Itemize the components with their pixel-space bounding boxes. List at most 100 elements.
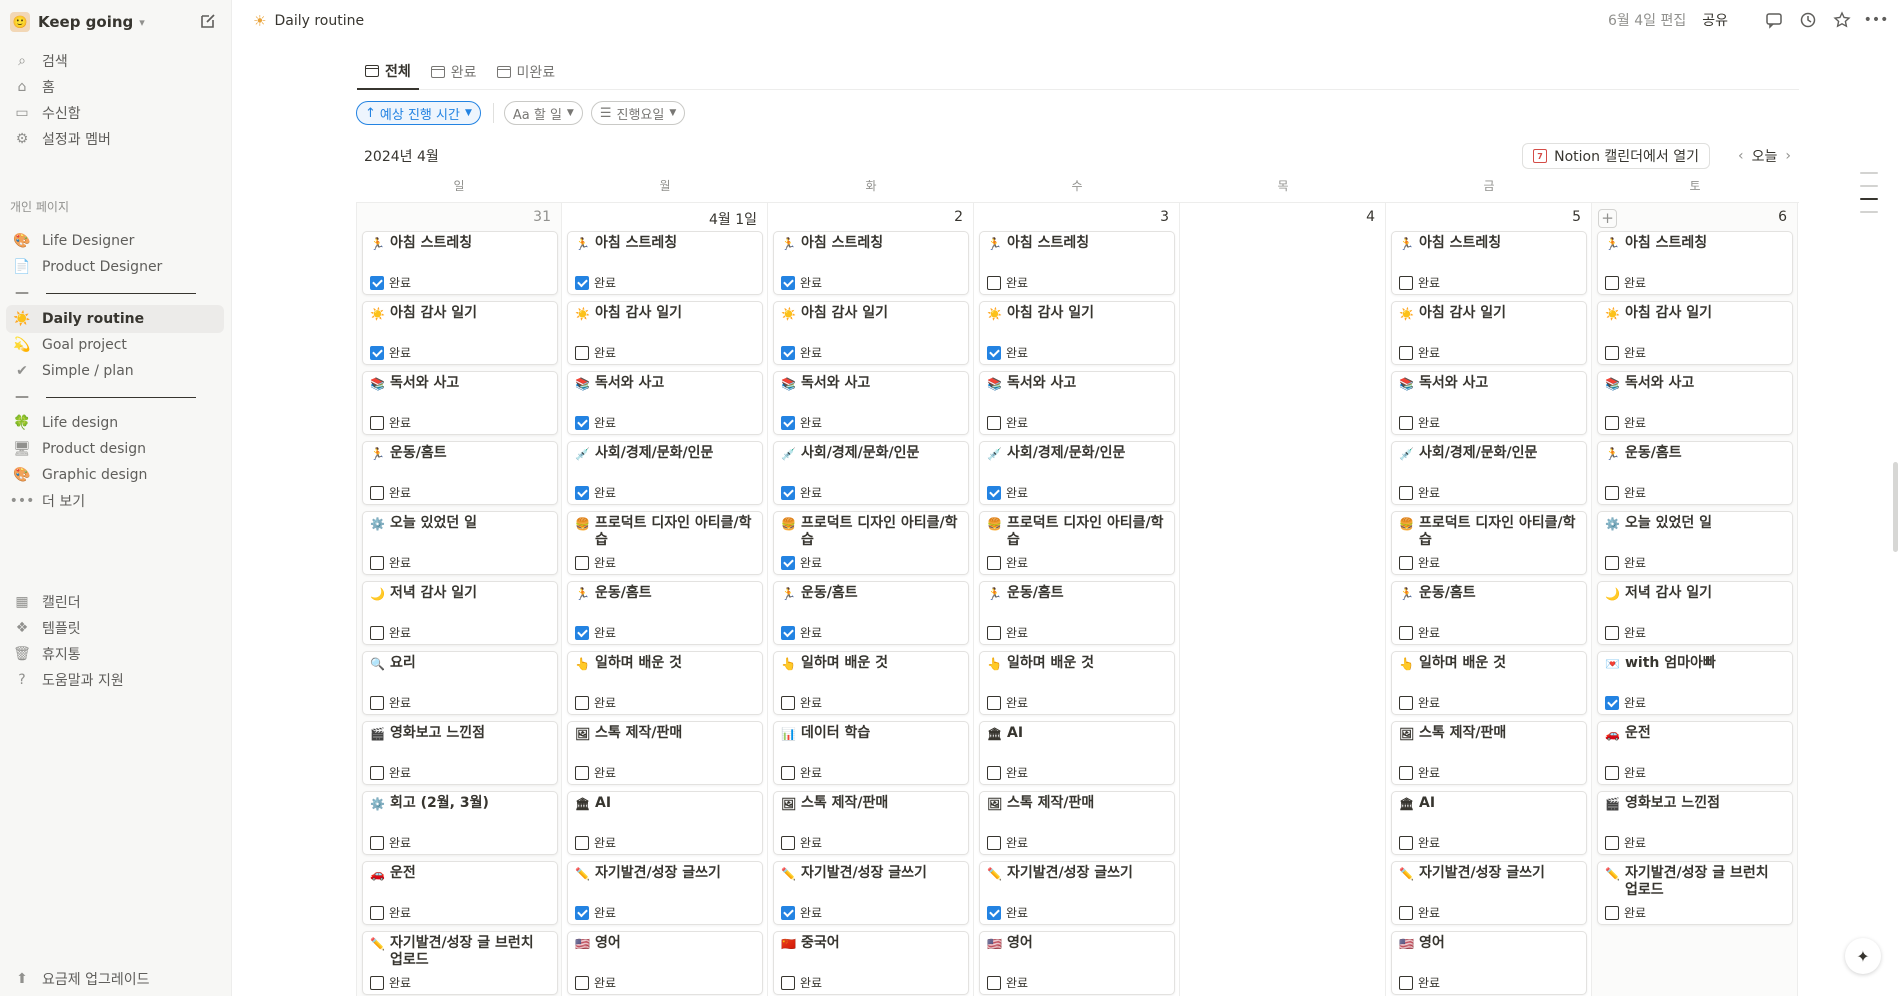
checkbox-icon[interactable]: [370, 835, 384, 850]
sidebar-page-goal-project[interactable]: 💫 Goal project: [6, 331, 224, 359]
task-done-checkbox[interactable]: 완료: [1605, 414, 1646, 431]
task-card[interactable]: 📊 데이터 학습 완료: [773, 721, 969, 785]
tab-1[interactable]: 완료: [423, 54, 485, 90]
tab-2[interactable]: 미완료: [489, 54, 564, 90]
task-done-checkbox[interactable]: 완료: [987, 694, 1028, 711]
task-done-checkbox[interactable]: 완료: [781, 624, 822, 641]
checkbox-icon[interactable]: [575, 275, 589, 290]
task-card[interactable]: ✏️ 자기발견/성장 글 브런치 업로드 완료: [1597, 861, 1793, 925]
task-done-checkbox[interactable]: 완료: [1399, 904, 1440, 921]
checkbox-icon[interactable]: [575, 485, 589, 500]
checkbox-icon[interactable]: [1399, 345, 1413, 360]
task-card[interactable]: ✏️ 자기발견/성장 글쓰기 완료: [979, 861, 1175, 925]
task-card[interactable]: 🍔 프로덕트 디자인 아티클/학습 완료: [979, 511, 1175, 575]
checkbox-icon[interactable]: [781, 695, 795, 710]
task-card[interactable]: 📚 독서와 사고 완료: [1391, 371, 1587, 435]
task-done-checkbox[interactable]: 완료: [987, 554, 1028, 571]
ai-assistant-button[interactable]: ✦: [1845, 938, 1881, 974]
new-page-icon[interactable]: [198, 11, 218, 31]
checkbox-icon[interactable]: [987, 485, 1001, 500]
task-card[interactable]: ✏️ 자기발견/성장 글 브런치 업로드 완료: [362, 931, 558, 995]
comment-icon[interactable]: [1764, 10, 1784, 30]
sidebar-page-product-design[interactable]: 🖥 Product design: [6, 435, 224, 463]
checkbox-icon[interactable]: [1605, 345, 1619, 360]
checkbox-icon[interactable]: [1399, 275, 1413, 290]
task-done-checkbox[interactable]: 완료: [1399, 484, 1440, 501]
task-done-checkbox[interactable]: 완료: [781, 764, 822, 781]
task-done-checkbox[interactable]: 완료: [370, 764, 411, 781]
checkbox-icon[interactable]: [781, 275, 795, 290]
task-card[interactable]: 🏛 AI 완료: [567, 791, 763, 855]
task-card[interactable]: 🖼 스톡 제작/판매 완료: [979, 791, 1175, 855]
task-card[interactable]: ☀️ 아침 감사 일기 완료: [362, 301, 558, 365]
task-done-checkbox[interactable]: 완료: [1605, 904, 1646, 921]
task-done-checkbox[interactable]: 완료: [370, 414, 411, 431]
add-icon[interactable]: +: [1598, 209, 1617, 228]
checkbox-icon[interactable]: [370, 555, 384, 570]
checkbox-icon[interactable]: [370, 275, 384, 290]
checkbox-icon[interactable]: [1399, 905, 1413, 920]
task-done-checkbox[interactable]: 완료: [987, 834, 1028, 851]
task-card[interactable]: 🍔 프로덕트 디자인 아티클/학습 완료: [567, 511, 763, 575]
task-card[interactable]: 🏃 아침 스트레칭 완료: [1391, 231, 1587, 295]
checkbox-icon[interactable]: [1605, 415, 1619, 430]
task-card[interactable]: ☀️ 아침 감사 일기 완료: [1597, 301, 1793, 365]
task-card[interactable]: ⚙️ 오늘 있었던 일 완료: [1597, 511, 1793, 575]
task-done-checkbox[interactable]: 완료: [575, 484, 616, 501]
task-card[interactable]: 🍔 프로덕트 디자인 아티클/학습 완료: [1391, 511, 1587, 575]
workspace-switcher[interactable]: 🙂 Keep going ▾: [10, 9, 145, 35]
task-card[interactable]: ☀️ 아침 감사 일기 완료: [1391, 301, 1587, 365]
task-done-checkbox[interactable]: 완료: [1399, 764, 1440, 781]
task-card[interactable]: ✏️ 자기발견/성장 글쓰기 완료: [567, 861, 763, 925]
task-card[interactable]: 🇺🇸 영어 완료: [567, 931, 763, 995]
checkbox-icon[interactable]: [987, 345, 1001, 360]
checkbox-icon[interactable]: [1605, 835, 1619, 850]
checkbox-icon[interactable]: [1399, 485, 1413, 500]
task-card[interactable]: 🏃 아침 스트레칭 완료: [979, 231, 1175, 295]
today-button[interactable]: 오늘: [1752, 146, 1778, 166]
checkbox-icon[interactable]: [781, 485, 795, 500]
day-cell[interactable]: 6 + 🏃 아침 스트레칭 완료 ☀️ 아침 감사 일기 완료 📚 독서와 사고 완료 🏃 운동/홈트 완…: [1592, 203, 1798, 996]
checkbox-icon[interactable]: [575, 415, 589, 430]
checkbox-icon[interactable]: [1399, 415, 1413, 430]
task-done-checkbox[interactable]: 완료: [781, 414, 822, 431]
outline-indicator[interactable]: [1860, 172, 1878, 224]
checkbox-icon[interactable]: [781, 765, 795, 780]
checkbox-icon[interactable]: [1605, 905, 1619, 920]
checkbox-icon[interactable]: [1399, 835, 1413, 850]
task-card[interactable]: 🏃 운동/홈트 완료: [979, 581, 1175, 645]
task-card[interactable]: 🖼 스톡 제작/판매 완료: [1391, 721, 1587, 785]
task-card[interactable]: 💉 사회/경제/문화/인문 완료: [773, 441, 969, 505]
task-card[interactable]: 📚 독서와 사고 완료: [1597, 371, 1793, 435]
checkbox-icon[interactable]: [370, 695, 384, 710]
task-done-checkbox[interactable]: 완료: [987, 484, 1028, 501]
checkbox-icon[interactable]: [781, 835, 795, 850]
checkbox-icon[interactable]: [1605, 765, 1619, 780]
checkbox-icon[interactable]: [1399, 625, 1413, 640]
checkbox-icon[interactable]: [781, 415, 795, 430]
task-card[interactable]: ☀️ 아침 감사 일기 완료: [979, 301, 1175, 365]
task-done-checkbox[interactable]: 완료: [1605, 484, 1646, 501]
task-card[interactable]: 💉 사회/경제/문화/인문 완료: [979, 441, 1175, 505]
checkbox-icon[interactable]: [781, 345, 795, 360]
checkbox-icon[interactable]: [370, 345, 384, 360]
sidebar-item-inbox[interactable]: ▭ 수신함: [6, 99, 224, 127]
checkbox-icon[interactable]: [987, 975, 1001, 990]
share-button[interactable]: 공유: [1702, 10, 1728, 30]
task-done-checkbox[interactable]: 완료: [987, 904, 1028, 921]
task-card[interactable]: 👆 일하며 배운 것 완료: [979, 651, 1175, 715]
task-done-checkbox[interactable]: 완료: [1605, 344, 1646, 361]
checkbox-icon[interactable]: [987, 695, 1001, 710]
checkbox-icon[interactable]: [1605, 275, 1619, 290]
sort-pill[interactable]: ↑ 예상 진행 시간 ▼: [356, 101, 481, 125]
checkbox-icon[interactable]: [781, 975, 795, 990]
task-done-checkbox[interactable]: 완료: [781, 904, 822, 921]
sidebar-item-search[interactable]: ⌕ 검색: [6, 47, 224, 75]
sidebar-item-help[interactable]: ? 도움말과 지원: [6, 666, 224, 694]
checkbox-icon[interactable]: [575, 695, 589, 710]
task-card[interactable]: 📚 독서와 사고 완료: [979, 371, 1175, 435]
task-done-checkbox[interactable]: 완료: [1605, 694, 1646, 711]
task-done-checkbox[interactable]: 완료: [987, 274, 1028, 291]
checkbox-icon[interactable]: [987, 905, 1001, 920]
checkbox-icon[interactable]: [575, 905, 589, 920]
